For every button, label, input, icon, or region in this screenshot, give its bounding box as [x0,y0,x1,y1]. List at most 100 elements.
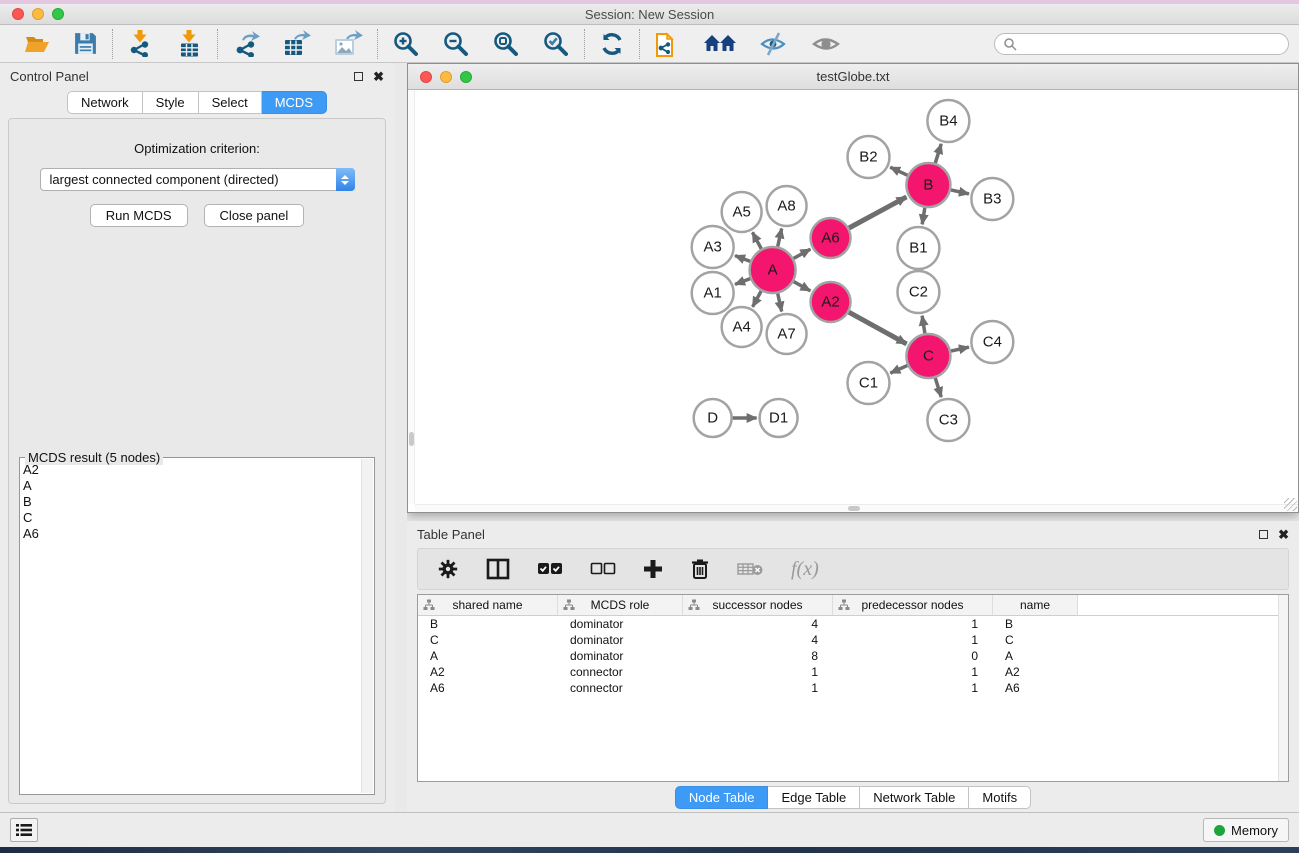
table-row[interactable]: A6connector11A6 [418,680,1288,696]
cell-successor-nodes[interactable]: 1 [683,665,833,679]
float-panel-icon[interactable] [354,72,363,81]
edge-A-A7[interactable] [778,293,782,311]
deselect-all-columns-button[interactable] [590,561,616,577]
cell-name[interactable]: C [993,633,1078,647]
tab-network[interactable]: Network [67,91,143,114]
node-A2[interactable]: A2 [811,282,851,322]
tab-node-table[interactable]: Node Table [675,786,769,809]
node-C[interactable]: C [906,334,950,378]
node-C2[interactable]: C2 [897,271,939,313]
resize-grip-icon[interactable] [1284,498,1297,511]
result-scrollbar[interactable] [361,459,373,793]
cell-shared-name[interactable]: A6 [418,681,558,695]
cell-predecessor-nodes[interactable]: 1 [833,665,993,679]
network-horizontal-scrollbar[interactable] [415,504,1298,512]
open-session-button[interactable] [20,29,55,58]
edge-B-B1[interactable] [922,208,925,225]
edge-A-A1[interactable] [735,279,750,285]
node-A5[interactable]: A5 [722,192,762,232]
network-canvas[interactable]: B4B2BB3A8A5A6A3B1AA1C2A2A4A7C4CC1DD1C3 [408,90,1298,512]
result-item[interactable]: B [23,494,360,510]
edge-A-A8[interactable] [778,228,782,246]
zoom-in-button[interactable] [388,28,424,60]
result-item[interactable]: A [23,478,360,494]
column-header-predecessor-nodes[interactable]: predecessor nodes [833,595,993,615]
node-C4[interactable]: C4 [971,321,1013,363]
cell-shared-name[interactable]: A [418,649,558,663]
select-all-columns-button[interactable] [537,561,563,577]
edge-A6-B[interactable] [849,197,906,228]
column-header-shared-name[interactable]: shared name [418,595,558,615]
zoom-fit-button[interactable] [488,28,524,60]
node-D1[interactable]: D1 [760,399,798,437]
delete-column-button[interactable] [690,558,710,580]
edge-A-A3[interactable] [735,256,750,262]
node-A7[interactable]: A7 [767,314,807,354]
column-header-name[interactable]: name [993,595,1078,615]
close-table-panel-icon[interactable]: ✖ [1278,528,1289,541]
zoom-out-button[interactable] [438,28,474,60]
node-A[interactable]: A [750,247,796,293]
tab-edge-table[interactable]: Edge Table [768,786,860,809]
cell-name[interactable]: A6 [993,681,1078,695]
node-C1[interactable]: C1 [848,362,890,404]
close-panel-icon[interactable]: ✖ [373,70,384,83]
edge-A-A4[interactable] [753,291,762,307]
refresh-button[interactable] [595,29,629,59]
zoom-selected-button[interactable] [538,28,574,60]
tab-network-table[interactable]: Network Table [860,786,969,809]
add-column-button[interactable] [643,559,663,579]
search-input[interactable] [1017,37,1280,51]
close-panel-button[interactable]: Close panel [204,204,305,227]
export-image-button[interactable] [329,28,367,59]
table-row[interactable]: Adominator80A [418,648,1288,664]
node-A4[interactable]: A4 [722,307,762,347]
import-table-button[interactable] [172,28,207,59]
cell-successor-nodes[interactable]: 8 [683,649,833,663]
criterion-dropdown[interactable]: largest connected component (directed) [40,168,355,191]
edge-B-B3[interactable] [951,190,969,194]
edge-B-B2[interactable] [890,167,907,175]
edge-C-C4[interactable] [951,347,969,351]
cell-successor-nodes[interactable]: 4 [683,633,833,647]
export-table-button[interactable] [278,28,315,59]
tab-motifs[interactable]: Motifs [969,786,1031,809]
node-B3[interactable]: B3 [971,178,1013,220]
cell-name[interactable]: A2 [993,665,1078,679]
cell-name[interactable]: A [993,649,1078,663]
table-row[interactable]: Cdominator41C [418,632,1288,648]
result-item[interactable]: A2 [23,462,360,478]
network-vertical-scrollbar[interactable] [408,90,415,504]
column-header-mcds-role[interactable]: MCDS role [558,595,683,615]
save-session-button[interactable] [69,29,102,58]
node-B[interactable]: B [906,163,950,207]
tab-style[interactable]: Style [143,91,199,114]
cell-predecessor-nodes[interactable]: 1 [833,633,993,647]
cell-name[interactable]: B [993,617,1078,631]
column-header-successor-nodes[interactable]: successor nodes [683,595,833,615]
tab-mcds[interactable]: MCDS [262,91,327,114]
cell-successor-nodes[interactable]: 4 [683,617,833,631]
edge-B-B4[interactable] [935,144,941,163]
delete-table-button[interactable] [737,561,764,577]
cell-mcds-role[interactable]: dominator [558,649,683,663]
edge-A-A2[interactable] [794,282,811,291]
cell-mcds-role[interactable]: dominator [558,633,683,647]
export-network-button[interactable] [228,28,264,59]
task-history-button[interactable] [10,818,38,842]
cell-predecessor-nodes[interactable]: 1 [833,617,993,631]
table-settings-button[interactable] [437,558,459,580]
float-table-panel-icon[interactable] [1259,530,1268,539]
node-D[interactable]: D [694,399,732,437]
node-A6[interactable]: A6 [811,218,851,258]
node-B4[interactable]: B4 [927,100,969,142]
home-layout-button[interactable] [699,29,741,58]
cell-shared-name[interactable]: A2 [418,665,558,679]
edge-C-C2[interactable] [922,316,925,334]
show-columns-button[interactable] [486,558,510,580]
cell-predecessor-nodes[interactable]: 1 [833,681,993,695]
memory-button[interactable]: Memory [1203,818,1289,842]
cell-predecessor-nodes[interactable]: 0 [833,649,993,663]
node-A3[interactable]: A3 [692,226,734,268]
tab-select[interactable]: Select [199,91,262,114]
